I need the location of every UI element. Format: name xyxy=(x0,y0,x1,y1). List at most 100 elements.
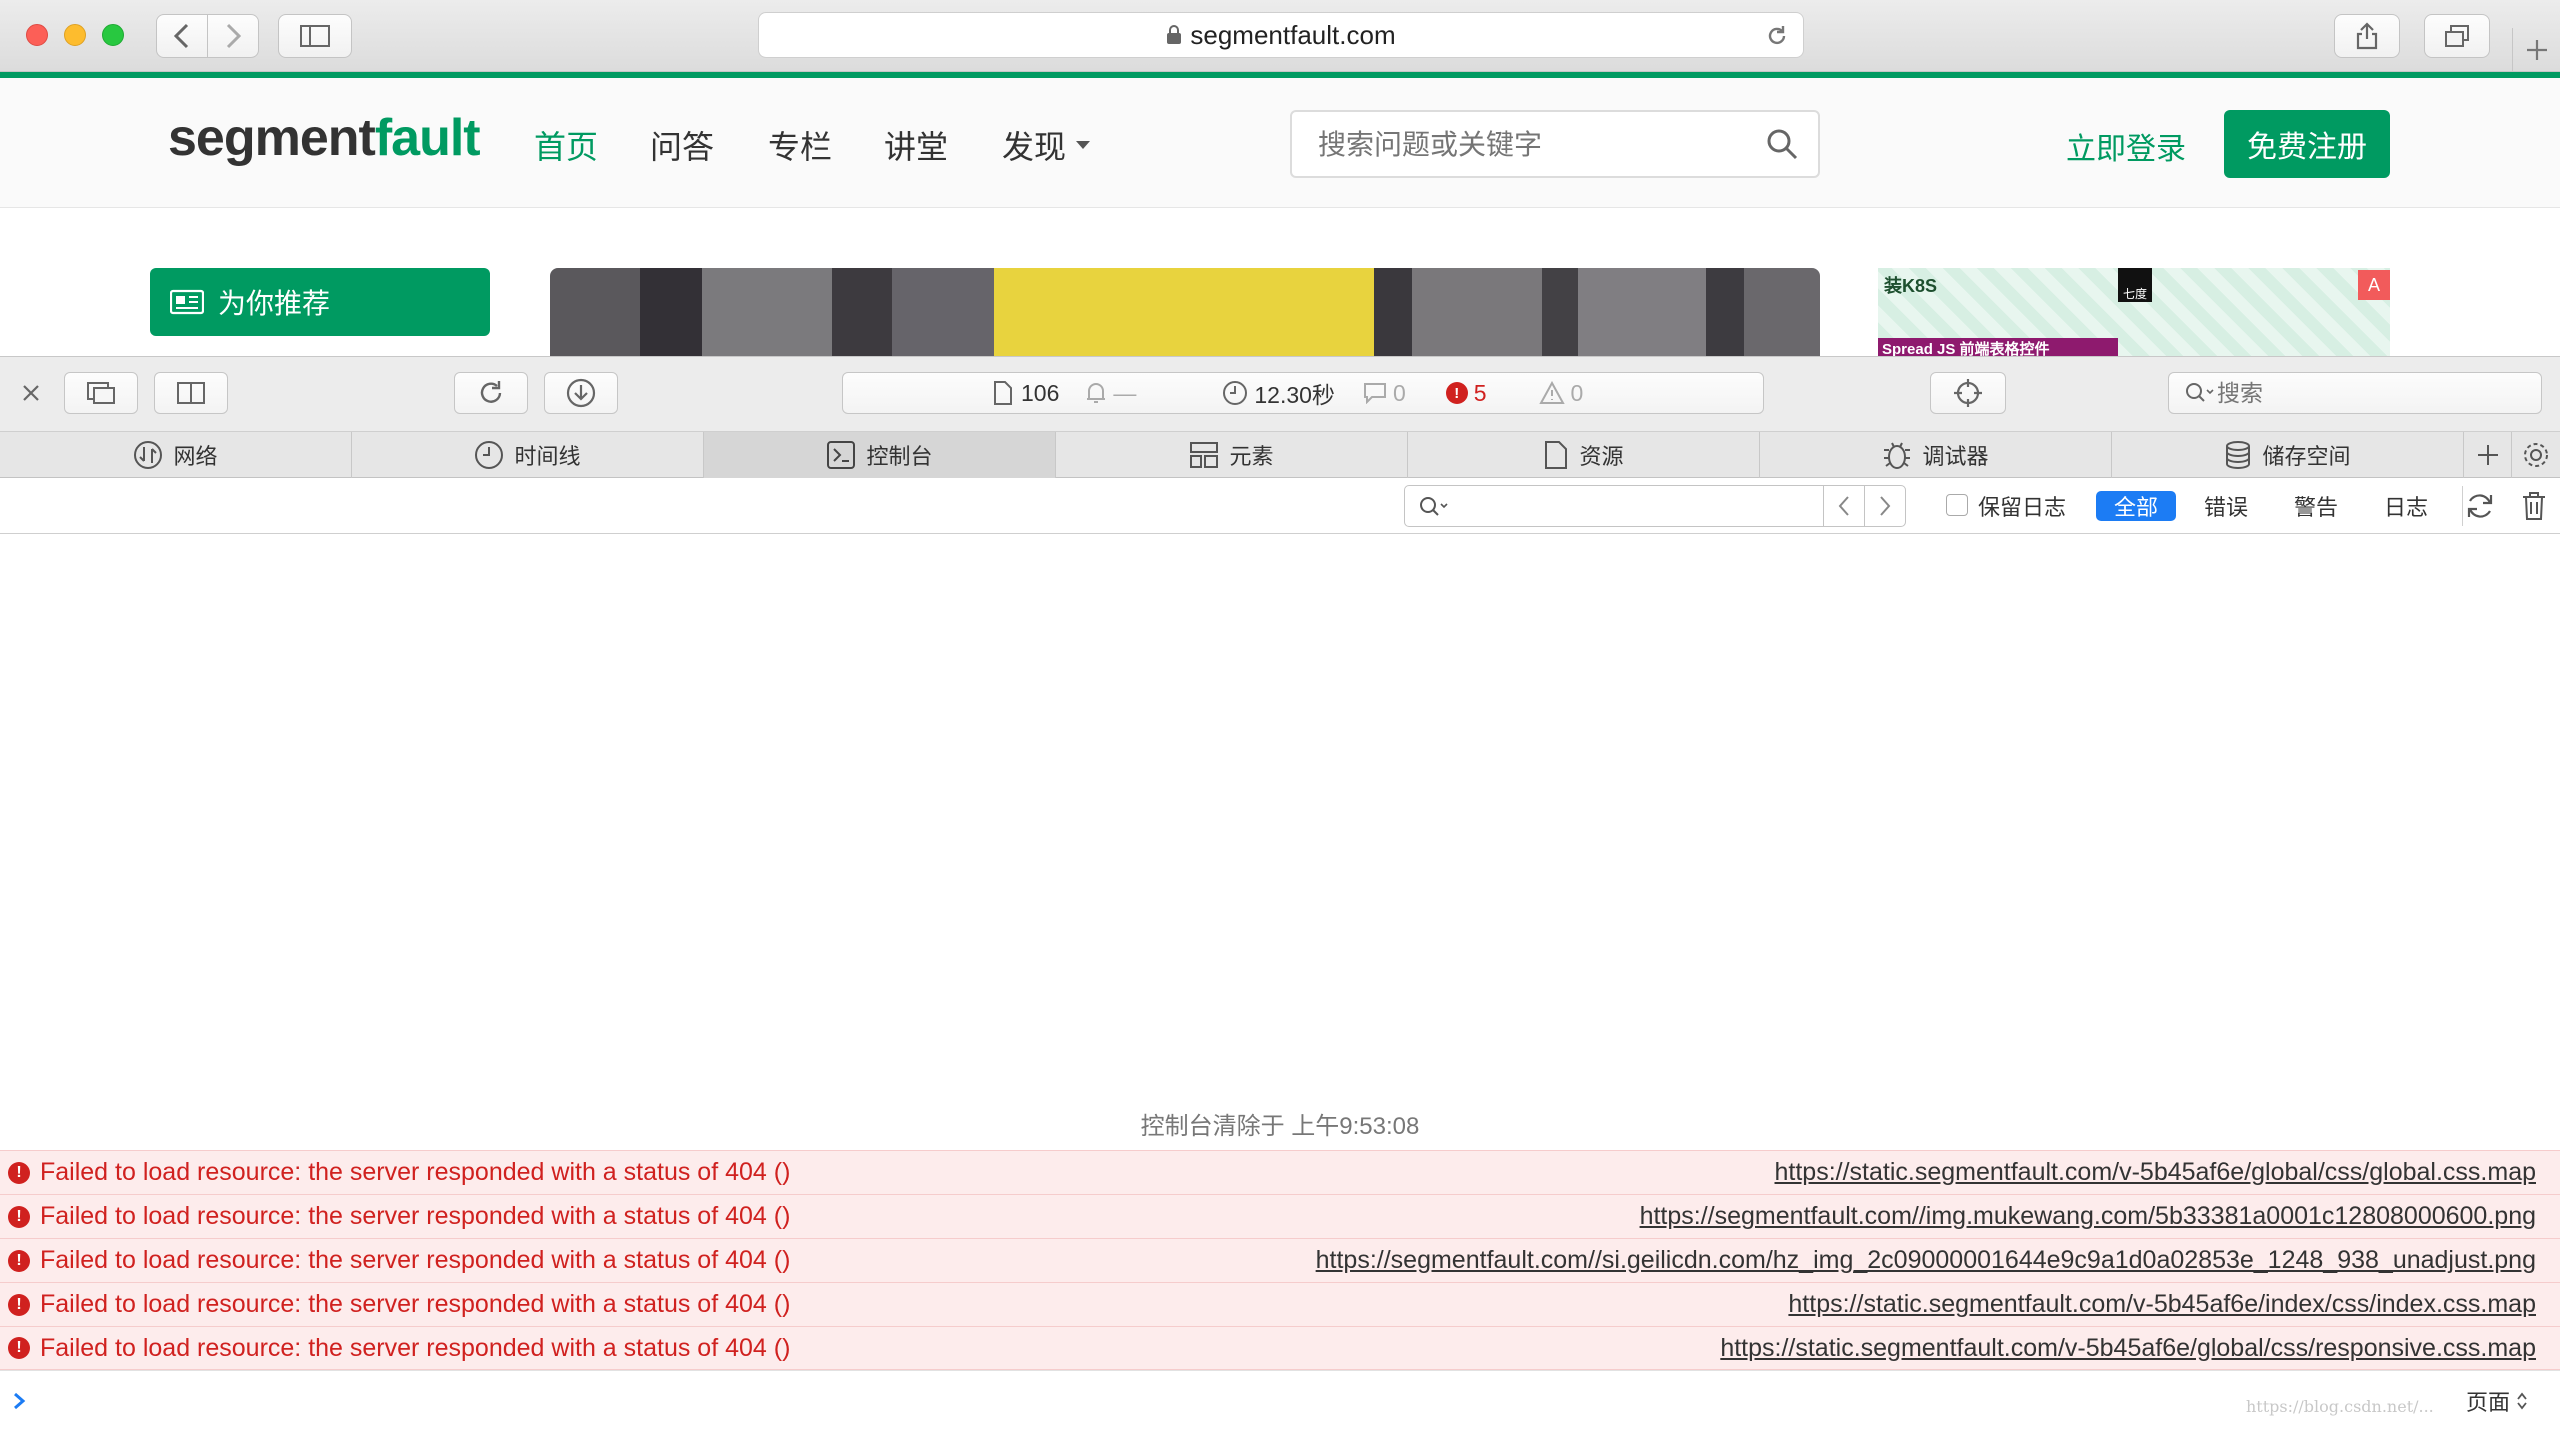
side-ad-banner[interactable]: 装K8S 七度 A Spread JS 前端表格控件 xyxy=(1878,268,2390,356)
filter-logs[interactable]: 日志 xyxy=(2366,491,2446,521)
devtools-close-button[interactable] xyxy=(18,378,44,408)
tab-console-label: 控制台 xyxy=(866,444,933,469)
logo-part-fault: fault xyxy=(374,109,481,167)
settings-button[interactable] xyxy=(2512,432,2560,478)
next-match-button[interactable] xyxy=(1864,485,1906,527)
filter-all[interactable]: 全部 xyxy=(2096,491,2176,521)
chevron-right-icon xyxy=(1880,496,1891,516)
gear-icon xyxy=(2524,443,2548,467)
message-icon xyxy=(1363,383,1386,404)
plus-icon xyxy=(2477,445,2498,465)
tab-console[interactable]: 控制台 xyxy=(704,432,1056,478)
console-error-row[interactable]: ! Failed to load resource: the server re… xyxy=(0,1282,2560,1326)
newspaper-icon xyxy=(170,289,204,315)
address-text: segmentfault.com xyxy=(1190,19,1396,50)
minimize-window-button[interactable] xyxy=(64,24,86,46)
window-icon xyxy=(87,382,115,404)
zoom-window-button[interactable] xyxy=(102,24,124,46)
promo-banner[interactable] xyxy=(550,268,1820,356)
error-source-link[interactable]: https://segmentfault.com//img.mukewang.c… xyxy=(1640,1202,2536,1231)
console-empty-area xyxy=(0,534,2560,1106)
tab-timeline[interactable]: 时间线 xyxy=(352,432,704,478)
error-icon: ! xyxy=(8,1205,30,1228)
error-message: Failed to load resource: the server resp… xyxy=(40,1202,791,1230)
execution-context-select[interactable]: 页面 xyxy=(2466,1385,2528,1417)
side-ad-label: 装K8S xyxy=(1884,276,1938,296)
search-icon[interactable] xyxy=(1766,128,1798,160)
console-error-row[interactable]: ! Failed to load resource: the server re… xyxy=(0,1150,2560,1194)
console-filter-input[interactable] xyxy=(1404,485,1824,527)
sidebar-icon xyxy=(300,25,330,47)
login-link[interactable]: 立即登录 xyxy=(2066,124,2186,168)
dock-side-button[interactable] xyxy=(154,372,228,414)
forward-button[interactable] xyxy=(207,14,259,58)
filter-warnings[interactable]: 警告 xyxy=(2276,491,2356,521)
nav-column[interactable]: 专栏 xyxy=(768,122,832,168)
sidebar-toggle-button[interactable] xyxy=(278,14,352,58)
error-message: Failed to load resource: the server resp… xyxy=(40,1333,791,1362)
updown-chevron-icon xyxy=(2517,1392,2527,1410)
new-tab-button[interactable] xyxy=(2512,28,2560,72)
download-icon xyxy=(566,378,596,408)
site-logo[interactable]: segmentfault xyxy=(168,108,481,168)
refresh-cycle-icon xyxy=(2467,494,2493,518)
console-error-row[interactable]: ! Failed to load resource: the server re… xyxy=(0,1194,2560,1238)
browser-titlebar: segmentfault.com xyxy=(0,0,2560,72)
error-source-link[interactable]: https://static.segmentfault.com/v-5b45af… xyxy=(1775,1158,2537,1187)
trash-icon xyxy=(2523,492,2545,520)
document-icon xyxy=(994,381,1012,405)
nav-lecture[interactable]: 讲堂 xyxy=(884,122,948,168)
reload-icon[interactable] xyxy=(1765,24,1789,48)
register-button[interactable]: 免费注册 xyxy=(2224,110,2390,178)
clear-console-button[interactable] xyxy=(2516,488,2552,524)
nav-discover[interactable]: 发现 xyxy=(1002,122,1092,168)
nav-qa[interactable]: 问答 xyxy=(650,122,714,168)
close-window-button[interactable] xyxy=(26,24,48,46)
error-message: Failed to load resource: the server resp… xyxy=(40,1158,791,1186)
nav-home[interactable]: 首页 xyxy=(534,122,598,168)
tab-elements[interactable]: 元素 xyxy=(1056,432,1408,478)
undock-button[interactable] xyxy=(64,372,138,414)
console-error-row[interactable]: ! Failed to load resource: the server re… xyxy=(0,1326,2560,1370)
error-source-link[interactable]: https://static.segmentfault.com/v-5b45af… xyxy=(1788,1290,2536,1319)
add-tab-button[interactable] xyxy=(2464,432,2512,478)
split-view-icon xyxy=(177,382,205,404)
site-search-input[interactable] xyxy=(1316,122,1760,168)
share-button[interactable] xyxy=(2334,14,2400,58)
site-search[interactable] xyxy=(1290,110,1820,178)
error-count: 5 xyxy=(1473,379,1487,406)
error-source-link[interactable]: https://static.segmentfault.com/v-5b45af… xyxy=(1720,1334,2536,1363)
clear-on-reload-button[interactable] xyxy=(2462,488,2498,524)
preserve-log-checkbox[interactable] xyxy=(1946,494,1968,516)
console-prompt[interactable]: https://blog.csdn.net/... 页面 xyxy=(0,1370,2560,1430)
tab-debugger[interactable]: 调试器 xyxy=(1760,432,2112,478)
inspect-element-button[interactable] xyxy=(1930,372,2006,414)
tabs-overview-button[interactable] xyxy=(2424,14,2490,58)
devtools-search[interactable] xyxy=(2168,372,2542,414)
error-message: Failed to load resource: the server resp… xyxy=(40,1290,791,1318)
logo-part-segment: segment xyxy=(168,109,376,167)
tab-network[interactable]: 网络 xyxy=(0,432,352,478)
previous-match-button[interactable] xyxy=(1823,485,1865,527)
reload-page-button[interactable] xyxy=(454,372,528,414)
console-error-row[interactable]: ! Failed to load resource: the server re… xyxy=(0,1238,2560,1282)
message-count: 0 xyxy=(1392,379,1406,406)
recommend-button[interactable]: 为你推荐 xyxy=(150,268,490,336)
tabs-icon xyxy=(2445,25,2469,47)
tab-resources-label: 资源 xyxy=(1579,444,1624,469)
filter-errors[interactable]: 错误 xyxy=(2186,491,2266,521)
side-ad-badge: A xyxy=(2358,270,2390,300)
prompt-chevron-icon xyxy=(14,1392,26,1410)
devtools-search-input[interactable] xyxy=(2215,378,2519,408)
download-archive-button[interactable] xyxy=(544,372,618,414)
tab-storage[interactable]: 储存空间 xyxy=(2112,432,2464,478)
error-source-link[interactable]: https://segmentfault.com//si.geilicdn.co… xyxy=(1316,1246,2536,1275)
share-icon xyxy=(2356,22,2378,50)
address-bar[interactable]: segmentfault.com xyxy=(758,12,1804,58)
bug-icon xyxy=(1884,442,1911,469)
side-ad-qr: 七度 xyxy=(2118,268,2152,302)
console-filter-bar xyxy=(0,478,2560,534)
tab-resources[interactable]: 资源 xyxy=(1408,432,1760,478)
back-button[interactable] xyxy=(156,14,208,58)
preserve-log-label: 保留日志 xyxy=(1978,495,2067,520)
